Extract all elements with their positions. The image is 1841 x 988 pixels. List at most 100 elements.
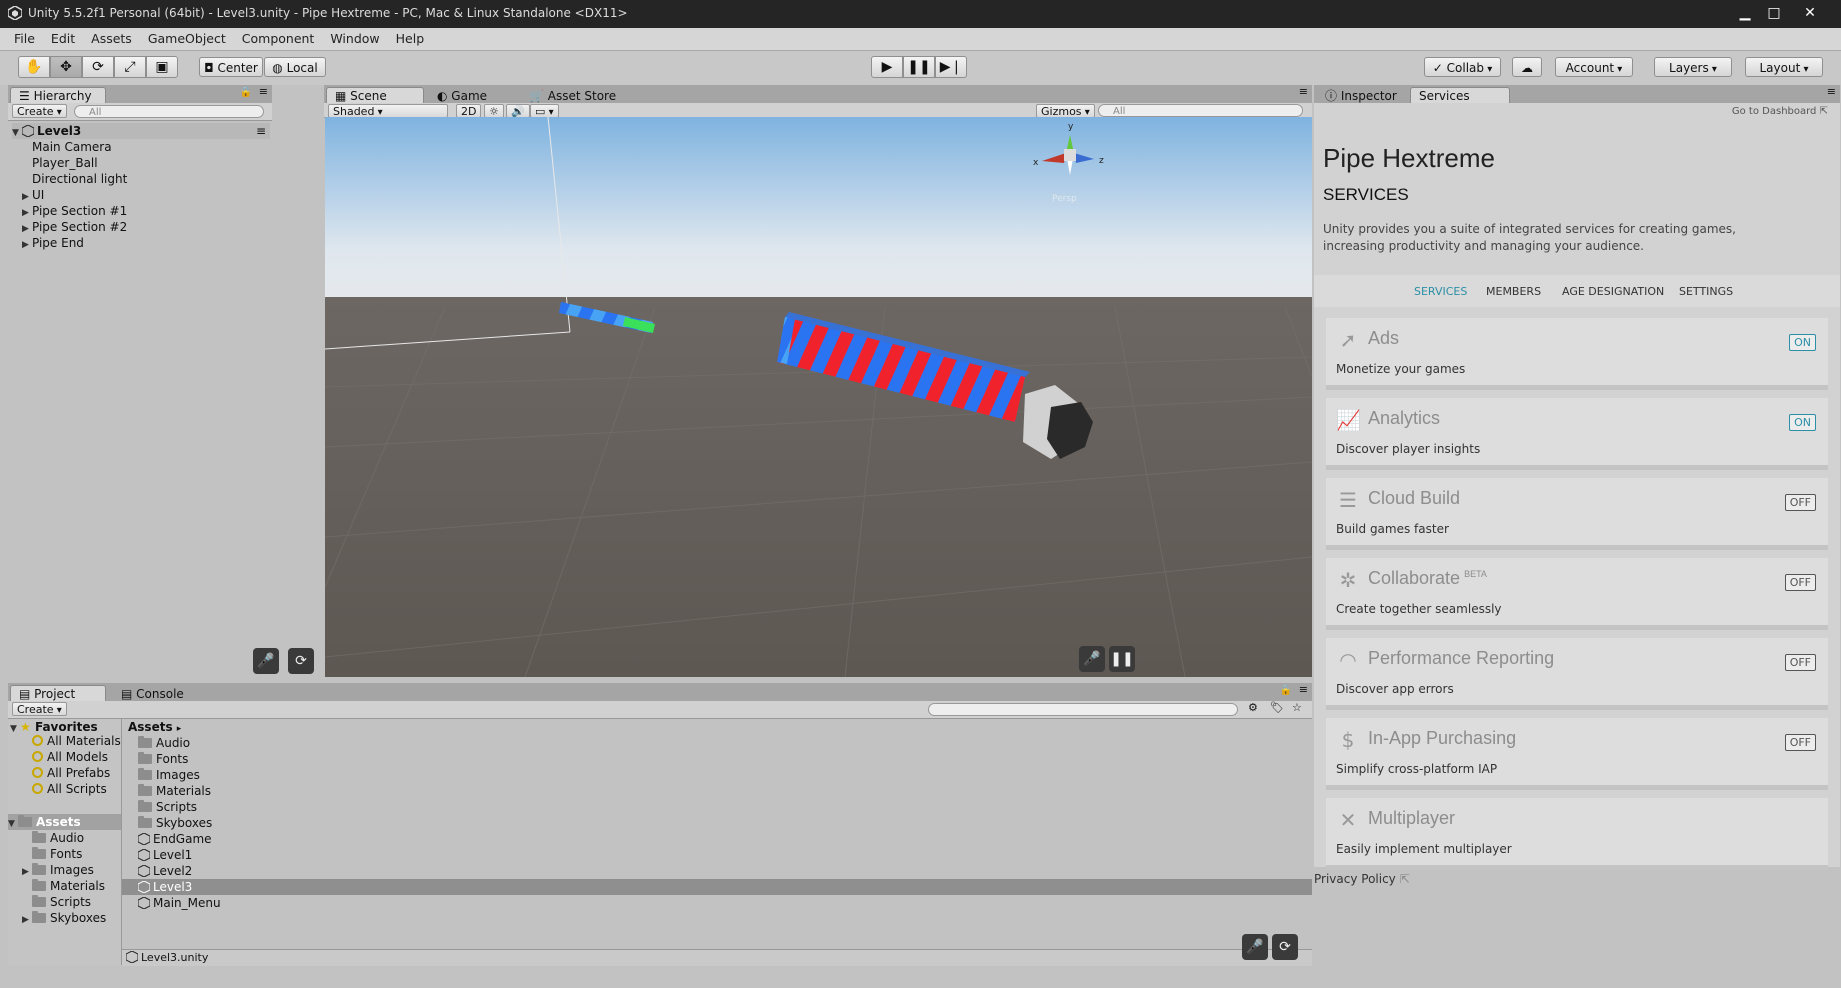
service-toggle[interactable]: OFF	[1784, 574, 1816, 591]
service-card[interactable]: ➚ Ads Monetize your games ON	[1326, 318, 1828, 390]
orientation-gizmo-icon[interactable]: y x z Persp	[1030, 117, 1110, 207]
asset-scene-item[interactable]: Level2	[122, 863, 1312, 879]
account-dropdown[interactable]: Account	[1555, 57, 1633, 77]
hierarchy-create-button[interactable]: Create	[12, 104, 67, 118]
asset-scene-item[interactable]: EndGame	[122, 831, 1312, 847]
service-toggle[interactable]: ON	[1789, 414, 1816, 431]
project-microphone-icon[interactable]: 🎤	[1242, 934, 1268, 960]
favorites-star-icon[interactable]: ☆	[1292, 701, 1302, 714]
effects-dropdown-icon[interactable]: ▭	[530, 104, 559, 118]
asset-folder-item[interactable]: Fonts	[122, 751, 1312, 767]
tab-hierarchy[interactable]: ☰ Hierarchy	[10, 87, 106, 103]
scene-panel-menu-icon[interactable]: ≡	[1299, 85, 1308, 98]
project-panel-menu-icon[interactable]: ≡	[1299, 683, 1308, 696]
cloud-icon[interactable]: ☁	[1512, 57, 1542, 77]
favorite-item[interactable]: All Models	[32, 749, 108, 765]
pivot-center-button[interactable]: ◘ Center	[199, 57, 263, 77]
scene-search-input[interactable]: All	[1098, 104, 1303, 117]
asset-scene-item[interactable]: Main_Menu	[122, 895, 1312, 911]
hierarchy-item[interactable]: ▶ Pipe Section #2	[22, 219, 127, 235]
layers-dropdown[interactable]: Layers	[1654, 57, 1732, 77]
tree-folder[interactable]: ▶ Skyboxes	[22, 910, 106, 926]
lock-icon[interactable]: 🔒	[240, 87, 252, 98]
asset-folder-item[interactable]: Audio	[122, 735, 1312, 751]
tab-inspector[interactable]: ⓘ Inspector	[1316, 87, 1404, 103]
step-icon[interactable]: ▶❘	[935, 56, 967, 78]
service-toggle[interactable]: OFF	[1784, 654, 1816, 671]
rotate-tool-icon[interactable]: ⟳	[82, 56, 114, 78]
favorite-item[interactable]: All Scripts	[32, 781, 107, 797]
service-card[interactable]: $ In-App Purchasing Simplify cross-platfor…	[1326, 718, 1828, 790]
pause-stream-icon[interactable]: ❚❚	[1109, 646, 1135, 672]
collab-dropdown[interactable]: ✓ Collab	[1424, 57, 1501, 77]
service-toggle[interactable]: OFF	[1784, 734, 1816, 751]
menu-gameobject[interactable]: GameObject	[140, 28, 234, 50]
nav-members[interactable]: MEMBERS	[1486, 285, 1541, 298]
filter-by-type-icon[interactable]: ⚙	[1248, 701, 1258, 714]
pause-icon[interactable]: ❚❚	[903, 56, 935, 78]
asset-folder-item[interactable]: Images	[122, 767, 1312, 783]
play-icon[interactable]: ▶	[871, 56, 903, 78]
service-card[interactable]: ◠ Performance Reporting Discover app error…	[1326, 638, 1828, 710]
service-card[interactable]: 📈 Analytics Discover player insights ON	[1326, 398, 1828, 470]
asset-scene-item[interactable]: Level1	[122, 847, 1312, 863]
service-card[interactable]: ✕ Multiplayer Easily implement multiplayer	[1326, 798, 1828, 870]
gizmos-dropdown[interactable]: Gizmos	[1036, 104, 1095, 118]
menu-assets[interactable]: Assets	[83, 28, 140, 50]
panel-menu-icon[interactable]: ≡	[259, 85, 268, 98]
nav-settings[interactable]: SETTINGS	[1679, 285, 1733, 298]
go-to-dashboard-link[interactable]: Go to Dashboard ⇱	[1732, 106, 1828, 117]
rect-tool-icon[interactable]: ▣	[146, 56, 178, 78]
nav-age-designation[interactable]: AGE DESIGNATION	[1562, 285, 1664, 298]
service-toggle[interactable]: ON	[1789, 334, 1816, 351]
filter-by-label-icon[interactable]: 🏷	[1270, 701, 1284, 714]
maximize-button[interactable]: □	[1760, 2, 1788, 24]
lighting-toggle-icon[interactable]: ☼	[484, 104, 504, 118]
service-card[interactable]: ✲ Collaborate BETA Create together seamless…	[1326, 558, 1828, 630]
scale-tool-icon[interactable]: ⤢	[114, 56, 146, 78]
asset-folder-item[interactable]: Scripts	[122, 799, 1312, 815]
expand-arrow-icon[interactable]: ▶	[22, 237, 32, 253]
scene-root-row[interactable]: ▼ Level3 ≡	[12, 123, 270, 139]
shading-mode-dropdown[interactable]: Shaded	[328, 104, 448, 118]
tab-console[interactable]: ▤ Console	[112, 685, 192, 701]
hierarchy-item[interactable]: Player_Ball	[22, 155, 98, 171]
hierarchy-item[interactable]: Directional light	[22, 171, 127, 187]
service-card[interactable]: ☰ Cloud Build Build games faster OFF	[1326, 478, 1828, 550]
favorite-item[interactable]: All Materials	[32, 733, 121, 749]
nav-services[interactable]: SERVICES	[1414, 285, 1467, 298]
pivot-local-button[interactable]: ◍ Local	[264, 57, 326, 77]
tab-game[interactable]: ◐ Game	[428, 87, 510, 103]
hierarchy-item[interactable]: ▶ Pipe Section #1	[22, 203, 127, 219]
assets-root[interactable]: ▼ Assets	[8, 814, 121, 830]
close-button[interactable]: ✕	[1796, 2, 1824, 24]
project-search-input[interactable]	[928, 703, 1238, 716]
hierarchy-item[interactable]: ▶ UI	[22, 187, 44, 203]
scene-menu-icon[interactable]: ≡	[256, 123, 266, 139]
expand-arrow-icon[interactable]: ▶	[22, 912, 32, 928]
asset-folder-item[interactable]: Skyboxes	[122, 815, 1312, 831]
asset-folder-item[interactable]: Materials	[122, 783, 1312, 799]
tab-services[interactable]: Services	[1410, 87, 1510, 103]
asset-breadcrumb[interactable]: Assets ▸	[128, 719, 181, 735]
mode-2d-toggle[interactable]: 2D	[456, 104, 482, 118]
move-tool-icon[interactable]: ✥	[50, 56, 82, 78]
service-toggle[interactable]: OFF	[1784, 494, 1816, 511]
hierarchy-item[interactable]: Main Camera	[22, 139, 112, 155]
favorite-item[interactable]: All Prefabs	[32, 765, 110, 781]
hierarchy-search-input[interactable]: All	[74, 105, 264, 118]
tab-asset-store[interactable]: 🛒 Asset Store	[520, 87, 630, 103]
tree-folder[interactable]: Fonts	[22, 846, 82, 862]
tree-folder[interactable]: Materials	[22, 878, 105, 894]
project-lock-icon[interactable]: 🔒	[1280, 685, 1292, 696]
hierarchy-refresh-icon[interactable]: ⟳	[288, 648, 314, 674]
tree-folder[interactable]: Audio	[22, 830, 84, 846]
layout-dropdown[interactable]: Layout	[1745, 57, 1823, 77]
inspector-panel-menu-icon[interactable]: ≡	[1827, 85, 1836, 98]
menu-window[interactable]: Window	[322, 28, 387, 50]
tree-folder[interactable]: Scripts	[22, 894, 91, 910]
microphone-icon[interactable]: 🎤	[1079, 646, 1105, 672]
tree-folder[interactable]: ▶ Images	[22, 862, 94, 878]
project-refresh-icon[interactable]: ⟳	[1272, 934, 1298, 960]
hierarchy-item[interactable]: ▶ Pipe End	[22, 235, 84, 251]
